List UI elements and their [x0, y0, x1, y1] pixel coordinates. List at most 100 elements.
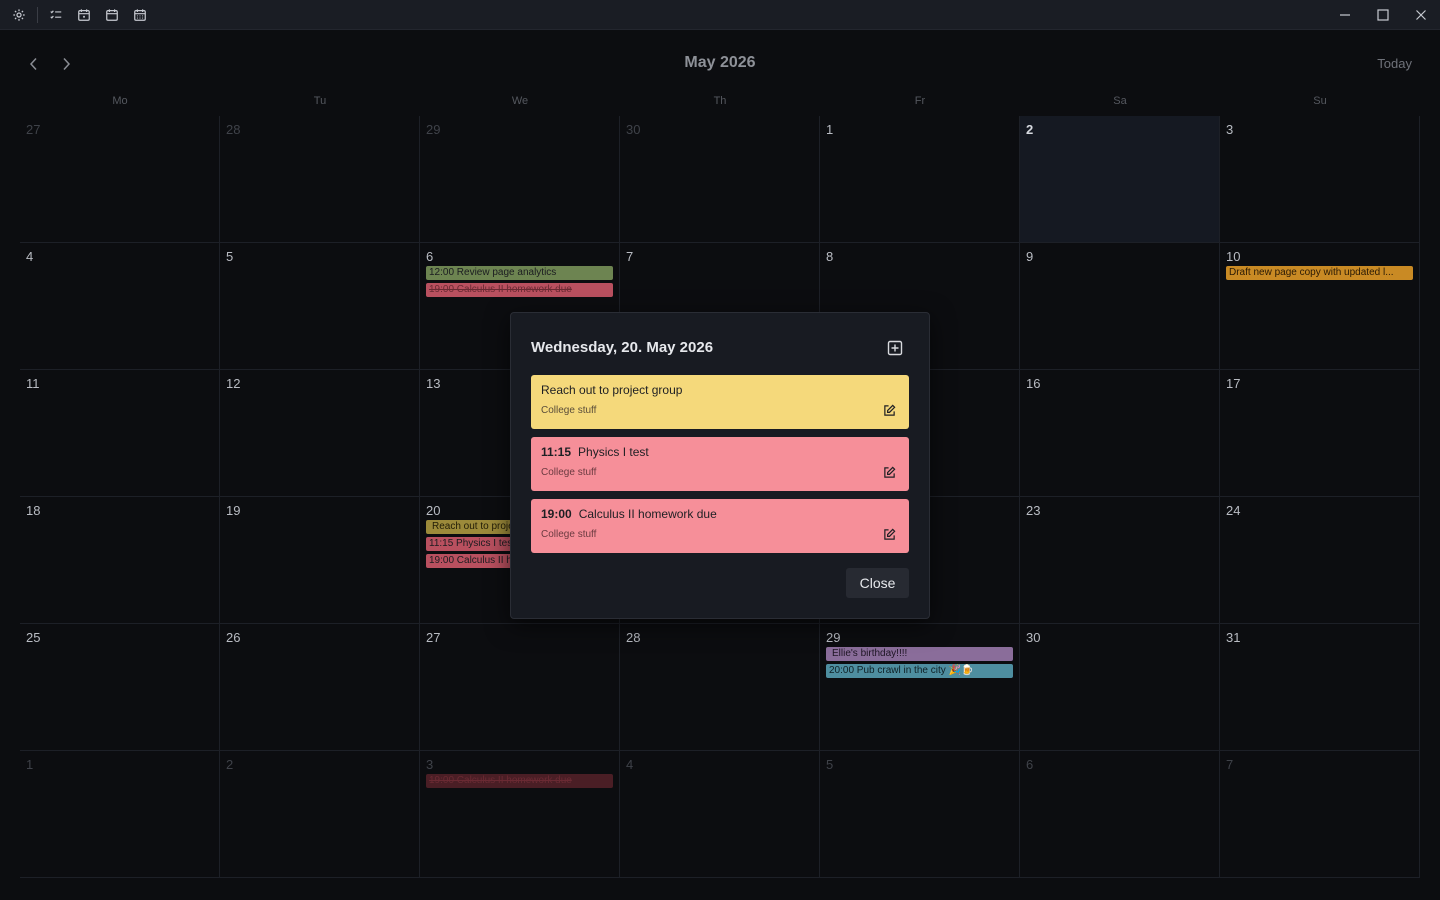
day-number: 1 [26, 757, 34, 772]
day-number: 28 [626, 630, 641, 645]
day-cell[interactable]: 19 [220, 497, 420, 624]
day-number: 11 [26, 376, 40, 391]
weekday-header: Su [1313, 95, 1327, 107]
day-number: 29 [426, 122, 441, 137]
day-cell[interactable]: 29 [420, 116, 620, 243]
day-cell[interactable]: 18 [20, 497, 220, 624]
edit-icon[interactable] [881, 402, 897, 418]
add-event-icon[interactable] [885, 338, 905, 358]
day-number: 2 [226, 757, 234, 772]
day-cell[interactable]: 2 [220, 751, 420, 878]
month-title: May 2026 [684, 54, 756, 71]
day-cell[interactable]: 4 [20, 243, 220, 370]
day-number: 20 [426, 503, 441, 518]
day-number: 3 [426, 757, 434, 772]
day-number: 25 [26, 630, 41, 645]
weekday-header: Mo [112, 95, 128, 107]
day-cell[interactable]: 24 [1220, 497, 1420, 624]
toolbar-separator [37, 7, 38, 23]
day-cell[interactable]: 30 [1020, 624, 1220, 751]
day-cell[interactable]: 3 19:00 Calculus II homework due [420, 751, 620, 878]
day-number: 5 [226, 249, 234, 264]
title-bar [0, 0, 1440, 30]
day-number: 7 [1226, 757, 1234, 772]
edit-icon[interactable] [881, 464, 897, 480]
day-cell[interactable]: 5 [820, 751, 1020, 878]
weekday-header: Th [713, 95, 727, 107]
event-calendar-name: College stuff [541, 405, 597, 416]
day-cell[interactable]: 6 [1020, 751, 1220, 878]
gear-icon[interactable] [9, 5, 29, 25]
day-number: 19 [226, 503, 241, 518]
today-button[interactable]: Today [1377, 56, 1412, 71]
day-cell[interactable]: 5 [220, 243, 420, 370]
day-cell[interactable]: 27 [420, 624, 620, 751]
event-card[interactable]: 19:00 Calculus II homework due College st… [531, 499, 909, 553]
close-button[interactable]: Close [846, 568, 909, 598]
weekday-header: Sa [1113, 95, 1127, 107]
day-cell[interactable]: 29 Ellie's birthday!!!! 20:00 Pub crawl … [820, 624, 1020, 751]
day-cell[interactable]: 4 [620, 751, 820, 878]
event-title: Reach out to project group [541, 383, 682, 397]
day-cell[interactable]: 17 [1220, 370, 1420, 497]
day-cell[interactable]: 7 [1220, 751, 1420, 878]
day-number: 1 [826, 122, 834, 137]
day-number: 7 [626, 249, 634, 264]
calendar-event[interactable]: Draft new page copy with updated l... [1226, 266, 1413, 280]
day-cell[interactable]: 1 [820, 116, 1020, 243]
day-cell[interactable]: 28 [220, 116, 420, 243]
day-number: 10 [1226, 249, 1241, 264]
day-cell[interactable]: 28 [620, 624, 820, 751]
day-number: 18 [26, 503, 41, 518]
day-cell[interactable]: 10 Draft new page copy with updated l... [1220, 243, 1420, 370]
day-number: 24 [1226, 503, 1241, 518]
event-card[interactable]: Reach out to project group College stuff [531, 375, 909, 429]
weekday-header: We [511, 95, 529, 107]
event-calendar-name: College stuff [541, 529, 597, 540]
day-cell[interactable]: 16 [1020, 370, 1220, 497]
day-number: 28 [226, 122, 241, 137]
day-number: 12 [226, 376, 241, 391]
day-cell[interactable]: 23 [1020, 497, 1220, 624]
maximize-icon[interactable] [1373, 5, 1393, 25]
day-number: 4 [626, 757, 634, 772]
day-number: 31 [1226, 630, 1241, 645]
day-number: 30 [626, 122, 641, 137]
day-number: 29 [826, 630, 841, 645]
day-number: 13 [426, 376, 441, 391]
event-card[interactable]: 11:15 Physics I test College stuff [531, 437, 909, 491]
event-calendar-name: College stuff [541, 467, 597, 478]
calendar-event[interactable]: 19:00 Calculus II homework due [426, 283, 613, 297]
day-number: 4 [26, 249, 34, 264]
day-cell-today[interactable]: 2 [1020, 116, 1220, 243]
day-cell[interactable]: 9 [1020, 243, 1220, 370]
calendar-month-icon[interactable] [130, 5, 150, 25]
task-list-icon[interactable] [46, 5, 66, 25]
calendar-event[interactable]: 19:00 Calculus II homework due [426, 774, 613, 788]
day-number: 27 [26, 122, 41, 137]
day-cell[interactable]: 25 [20, 624, 220, 751]
calendar-event[interactable]: 12:00 Review page analytics [426, 266, 613, 280]
day-number: 30 [1026, 630, 1041, 645]
day-cell[interactable]: 26 [220, 624, 420, 751]
calendar-day-icon[interactable] [74, 5, 94, 25]
event-title-text: Reach out to project group [541, 383, 683, 397]
day-cell[interactable]: 1 [20, 751, 220, 878]
close-window-icon[interactable] [1411, 5, 1431, 25]
day-cell[interactable]: 3 [1220, 116, 1420, 243]
day-number: 23 [1026, 503, 1041, 518]
calendar-event[interactable]: 20:00 Pub crawl in the city 🎉🍺 [826, 664, 1013, 678]
day-cell[interactable]: 27 [20, 116, 220, 243]
day-number: 27 [426, 630, 441, 645]
day-cell[interactable]: 30 [620, 116, 820, 243]
minimize-icon[interactable] [1335, 5, 1355, 25]
day-cell[interactable]: 31 [1220, 624, 1420, 751]
edit-icon[interactable] [881, 526, 897, 542]
day-cell[interactable]: 12 [220, 370, 420, 497]
day-detail-dialog: Wednesday, 20. May 2026 Reach out to pro… [510, 312, 930, 619]
day-number: 6 [426, 249, 434, 264]
calendar-event[interactable]: Ellie's birthday!!!! [826, 647, 1013, 661]
day-number: 5 [826, 757, 834, 772]
calendar-week-icon[interactable] [102, 5, 122, 25]
day-cell[interactable]: 11 [20, 370, 220, 497]
